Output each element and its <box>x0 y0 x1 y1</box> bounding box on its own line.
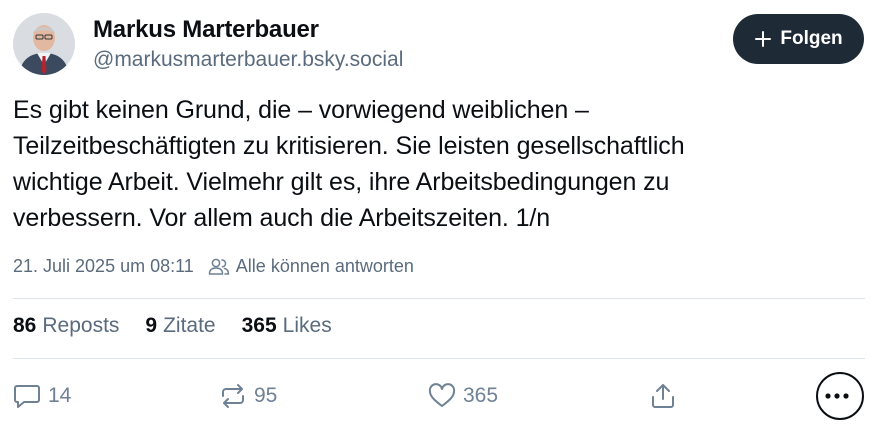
plus-icon <box>755 31 772 47</box>
post-meta: 21. Juli 2025 um 08:11 Alle können antwo… <box>13 256 414 277</box>
divider <box>13 358 865 359</box>
reply-button[interactable]: 14 <box>13 372 71 420</box>
divider <box>13 298 865 299</box>
people-icon <box>208 258 230 275</box>
more-options-button[interactable] <box>816 372 864 420</box>
reposts-label: Reposts <box>42 314 120 337</box>
speech-bubble-icon <box>14 385 40 408</box>
likes-count: 365 <box>241 314 277 337</box>
heart-icon <box>428 383 456 407</box>
author-name[interactable]: Markus Marterbauer <box>93 15 403 45</box>
quotes-stat[interactable]: 9 Zitate <box>145 314 215 338</box>
post-timestamp[interactable]: 21. Juli 2025 um 08:11 <box>13 256 194 277</box>
avatar[interactable] <box>13 13 75 75</box>
follow-button-label: Folgen <box>780 28 843 49</box>
likes-stat[interactable]: 365 Likes <box>242 314 332 338</box>
follow-button[interactable]: Folgen <box>733 14 864 64</box>
share-button[interactable] <box>649 372 684 420</box>
author-handle[interactable]: @markusmarterbauer.bsky.social <box>93 46 403 74</box>
reply-setting[interactable]: Alle können antworten <box>236 256 414 277</box>
post-text-line: verbessern. Vor allem auch die Arbeitsze… <box>13 204 551 232</box>
ellipsis-icon <box>824 393 849 399</box>
repost-button[interactable]: 95 <box>219 372 277 420</box>
share-icon <box>652 384 674 408</box>
reply-count: 14 <box>48 384 72 407</box>
likes-label: Likes <box>282 314 332 337</box>
quotes-label: Zitate <box>163 314 216 337</box>
like-count: 365 <box>463 384 499 407</box>
post-stats: 86 Reposts 9 Zitate 365 Likes <box>13 314 358 338</box>
like-button[interactable]: 365 <box>428 372 498 420</box>
reposts-stat[interactable]: 86 Reposts <box>13 314 119 338</box>
avatar-image <box>13 13 75 75</box>
quotes-count: 9 <box>145 314 158 337</box>
author-info: Markus Marterbauer @markusmarterbauer.bs… <box>93 15 403 74</box>
post-text-line: Teilzeitbeschäftigten zu kritisieren. Si… <box>13 132 685 160</box>
reposts-count: 86 <box>13 314 37 337</box>
repost-count: 95 <box>254 384 278 407</box>
post-actions: 14 95 365 <box>13 372 865 420</box>
post-text-line: Es gibt keinen Grund, die – vorwiegend w… <box>13 96 589 124</box>
post-text-line: wichtige Arbeit. Vielmehr gilt es, ihre … <box>13 168 670 196</box>
repost-icon <box>222 384 244 408</box>
post-text: Es gibt keinen Grund, die – vorwiegend w… <box>13 92 853 236</box>
